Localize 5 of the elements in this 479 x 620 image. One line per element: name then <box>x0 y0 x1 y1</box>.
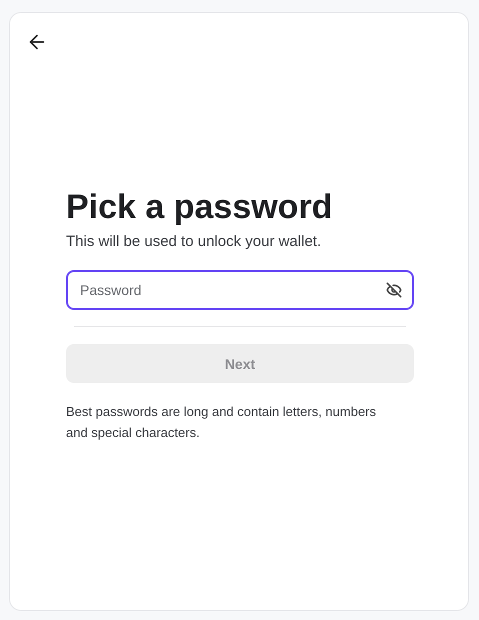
password-field[interactable]: Password <box>66 270 414 310</box>
subtitle: This will be used to unlock your wallet. <box>66 233 322 250</box>
page-title: Pick a password <box>66 187 334 227</box>
hint-text: Best passwords are long and contain letters, numbers and special characters. <box>66 403 378 442</box>
eye-off-icon[interactable] <box>386 282 402 298</box>
